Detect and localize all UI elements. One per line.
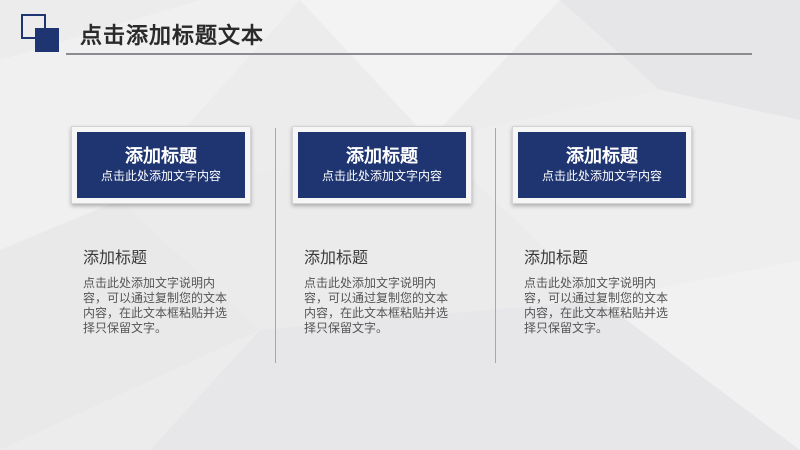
column-heading[interactable]: 添加标题 (83, 244, 147, 268)
column-body-text[interactable]: 点击此处添加文字说明内容，可以通过复制您的文本内容，在此文本框粘贴并选择只保留文… (524, 276, 674, 336)
card-subtitle: 点击此处添加文字内容 (541, 169, 662, 183)
card-title: 添加标题 (566, 146, 638, 167)
background-polygons (0, 0, 800, 450)
card-frame[interactable]: 添加标题 点击此处添加文字内容 (512, 126, 692, 204)
title-underline (66, 53, 752, 55)
card-subtitle: 点击此处添加文字内容 (100, 169, 221, 183)
logo-filled-square (35, 28, 59, 52)
column-body-text[interactable]: 点击此处添加文字说明内容，可以通过复制您的文本内容，在此文本框粘贴并选择只保留文… (83, 276, 233, 336)
card-banner: 添加标题 点击此处添加文字内容 (518, 132, 686, 198)
page-title[interactable]: 点击添加标题文本 (80, 22, 264, 52)
column-heading[interactable]: 添加标题 (524, 244, 588, 268)
column-divider-2 (495, 128, 496, 363)
card-banner: 添加标题 点击此处添加文字内容 (298, 132, 466, 198)
card-subtitle: 点击此处添加文字内容 (321, 169, 442, 183)
column-divider-1 (275, 128, 276, 363)
column-body-text[interactable]: 点击此处添加文字说明内容，可以通过复制您的文本内容，在此文本框粘贴并选择只保留文… (304, 276, 454, 336)
card-banner: 添加标题 点击此处添加文字内容 (77, 132, 245, 198)
card-frame[interactable]: 添加标题 点击此处添加文字内容 (292, 126, 472, 204)
card-title: 添加标题 (125, 146, 197, 167)
card-title: 添加标题 (346, 146, 418, 167)
column-heading[interactable]: 添加标题 (304, 244, 368, 268)
card-frame[interactable]: 添加标题 点击此处添加文字内容 (71, 126, 251, 204)
logo-square-icon (21, 14, 61, 54)
